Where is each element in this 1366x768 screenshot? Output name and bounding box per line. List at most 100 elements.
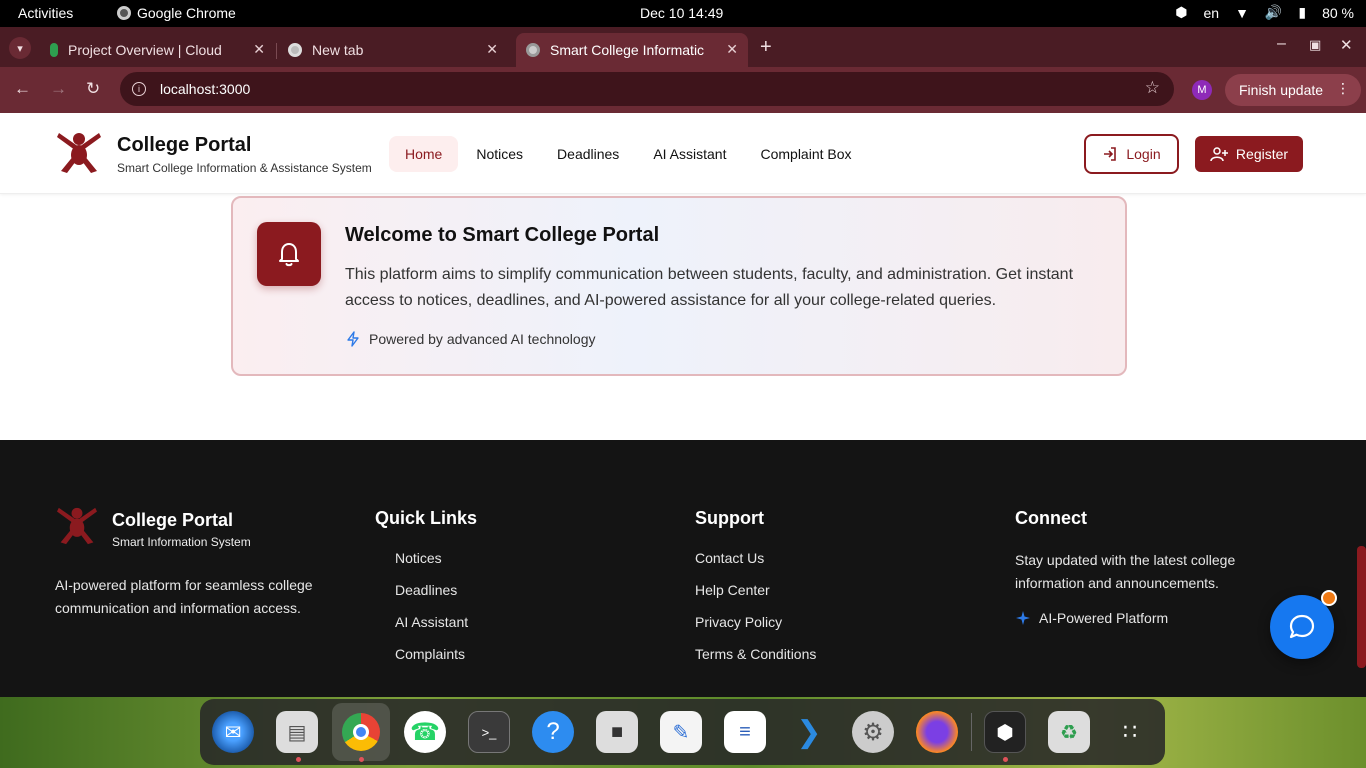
finish-update-button[interactable]: Finish update ⋮ xyxy=(1225,74,1361,106)
address-bar[interactable]: i localhost:3000 ☆ xyxy=(120,72,1174,106)
tab-title: Project Overview | Cloud xyxy=(68,42,222,58)
footer-link-notices[interactable]: Notices xyxy=(395,550,468,582)
nav-complaint-box[interactable]: Complaint Box xyxy=(744,136,867,172)
ai-platform-note: AI-Powered Platform xyxy=(1015,610,1168,626)
maximize-button[interactable]: ▣ xyxy=(1309,37,1321,53)
page-viewport: College Portal Smart College Information… xyxy=(0,113,1366,697)
site-header: College Portal Smart College Information… xyxy=(0,113,1366,194)
running-indicator xyxy=(296,757,301,762)
close-window-button[interactable]: ✕ xyxy=(1340,36,1353,54)
login-button[interactable]: Login xyxy=(1084,134,1179,174)
vscode-icon[interactable]: ❯ xyxy=(788,711,830,753)
welcome-card: Welcome to Smart College Portal This pla… xyxy=(231,196,1127,376)
help-icon[interactable]: ? xyxy=(532,711,574,753)
reload-button[interactable]: ↻ xyxy=(86,79,100,99)
page-scrollbar[interactable] xyxy=(1357,546,1366,668)
cube-icon[interactable]: ⬢ xyxy=(984,711,1026,753)
trash-icon[interactable]: ♻ xyxy=(1048,711,1090,753)
footer-link-privacy-policy[interactable]: Privacy Policy xyxy=(695,614,816,646)
bell-icon xyxy=(279,243,299,267)
activities-button[interactable]: Activities xyxy=(18,5,73,21)
footer-link-ai-assistant[interactable]: AI Assistant xyxy=(395,614,468,646)
active-app-name: Google Chrome xyxy=(137,5,236,21)
powered-by-note: Powered by advanced AI technology xyxy=(345,331,596,347)
whatsapp-icon[interactable]: ☎ xyxy=(404,711,446,753)
footer-logo-icon xyxy=(57,507,97,545)
battery-level: 80 % xyxy=(1322,4,1354,21)
close-icon[interactable]: ✕ xyxy=(726,41,738,58)
dock-separator xyxy=(971,713,972,751)
tab-project-overview[interactable]: Project Overview | Cloud ✕ xyxy=(40,33,275,67)
app-grid-icon[interactable]: ∷ xyxy=(1110,711,1152,753)
close-icon[interactable]: ✕ xyxy=(253,41,265,58)
thunderbird-icon[interactable]: ✉ xyxy=(212,711,254,753)
new-tab-button[interactable]: + xyxy=(760,36,772,59)
tab-search-icon[interactable]: ▾ xyxy=(9,37,31,59)
nav-deadlines[interactable]: Deadlines xyxy=(541,136,635,172)
clock[interactable]: Dec 10 14:49 xyxy=(640,5,723,21)
nav-home[interactable]: Home xyxy=(389,136,459,172)
close-icon[interactable]: ✕ xyxy=(486,41,498,58)
chrome-favicon-icon xyxy=(288,43,302,57)
footer-description: AI-powered platform for seamless college… xyxy=(55,577,313,616)
more-menu-icon[interactable]: ⋮ xyxy=(1336,80,1350,97)
footer-brand-name: College Portal xyxy=(112,510,234,530)
wifi-icon: ▼ xyxy=(1235,4,1249,21)
ai-platform-text: AI-Powered Platform xyxy=(1039,610,1169,626)
connect-title: Connect xyxy=(1015,508,1087,528)
tab-title: Smart College Informatic xyxy=(550,42,705,58)
dock: ✉ ▤ ☎ >_ ? ■ ✎ ≡ ❯ ⚙ ⬢ ♻ ∷ xyxy=(200,699,1165,765)
chat-bubble-icon xyxy=(1289,614,1315,639)
finish-update-label: Finish update xyxy=(1239,82,1324,98)
active-app-menu[interactable]: Google Chrome xyxy=(117,5,236,21)
files-icon[interactable]: ▤ xyxy=(276,711,318,753)
tab-divider xyxy=(276,43,277,59)
chrome-logo-icon xyxy=(342,713,380,751)
forward-button[interactable]: → xyxy=(50,79,67,99)
language-indicator[interactable]: en xyxy=(1203,5,1219,21)
support-title: Support xyxy=(695,508,764,528)
battery-icon: ▮ xyxy=(1298,4,1307,20)
quick-links-list: Notices Deadlines AI Assistant Complaint… xyxy=(395,550,468,678)
tab-smart-college[interactable]: Smart College Informatic ✕ xyxy=(516,33,748,67)
brand-name[interactable]: College Portal xyxy=(117,134,251,157)
text-editor-icon[interactable]: ✎ xyxy=(660,711,702,753)
footer-link-deadlines[interactable]: Deadlines xyxy=(395,582,468,614)
powered-by-text: Powered by advanced AI technology xyxy=(369,331,596,347)
profile-avatar[interactable]: M xyxy=(1192,80,1212,100)
writer-icon[interactable]: ≡ xyxy=(724,711,766,753)
chrome-icon[interactable] xyxy=(332,703,390,761)
notes-icon[interactable]: ■ xyxy=(596,711,638,753)
bell-icon-box xyxy=(257,222,321,286)
nav-ai-assistant[interactable]: AI Assistant xyxy=(637,136,742,172)
settings-icon[interactable]: ⚙ xyxy=(852,711,894,753)
firefox-icon[interactable] xyxy=(916,711,958,753)
login-icon xyxy=(1104,147,1117,161)
footer-link-contact-us[interactable]: Contact Us xyxy=(695,550,816,582)
support-list: Contact Us Help Center Privacy Policy Te… xyxy=(695,550,816,678)
bookmark-star-icon[interactable]: ☆ xyxy=(1145,78,1160,98)
chat-notification-dot xyxy=(1321,590,1337,606)
chrome-icon xyxy=(117,6,131,20)
nav-notices[interactable]: Notices xyxy=(460,136,539,172)
register-label: Register xyxy=(1235,146,1289,162)
register-button[interactable]: Register xyxy=(1195,136,1303,172)
site-info-icon[interactable]: i xyxy=(132,82,146,96)
globe-favicon-icon xyxy=(526,43,540,57)
system-tray[interactable]: ⬢ en ▼ 🔊 ▮ 80 % xyxy=(1175,4,1354,21)
volume-icon: 🔊 xyxy=(1264,4,1283,20)
running-indicator xyxy=(359,757,364,762)
footer-link-complaints[interactable]: Complaints xyxy=(395,646,468,678)
running-indicator xyxy=(1003,757,1008,762)
sparkle-icon xyxy=(1016,611,1030,625)
minimize-button[interactable]: – xyxy=(1277,35,1286,53)
lightning-icon xyxy=(347,331,359,347)
back-button[interactable]: ← xyxy=(14,79,31,99)
address-url[interactable]: localhost:3000 xyxy=(160,81,250,97)
login-label: Login xyxy=(1126,146,1161,162)
terminal-icon[interactable]: >_ xyxy=(468,711,510,753)
tab-new-tab[interactable]: New tab ✕ xyxy=(278,33,508,67)
footer-link-help-center[interactable]: Help Center xyxy=(695,582,816,614)
welcome-body: This platform aims to simplify communica… xyxy=(345,266,1074,309)
footer-link-terms[interactable]: Terms & Conditions xyxy=(695,646,816,678)
